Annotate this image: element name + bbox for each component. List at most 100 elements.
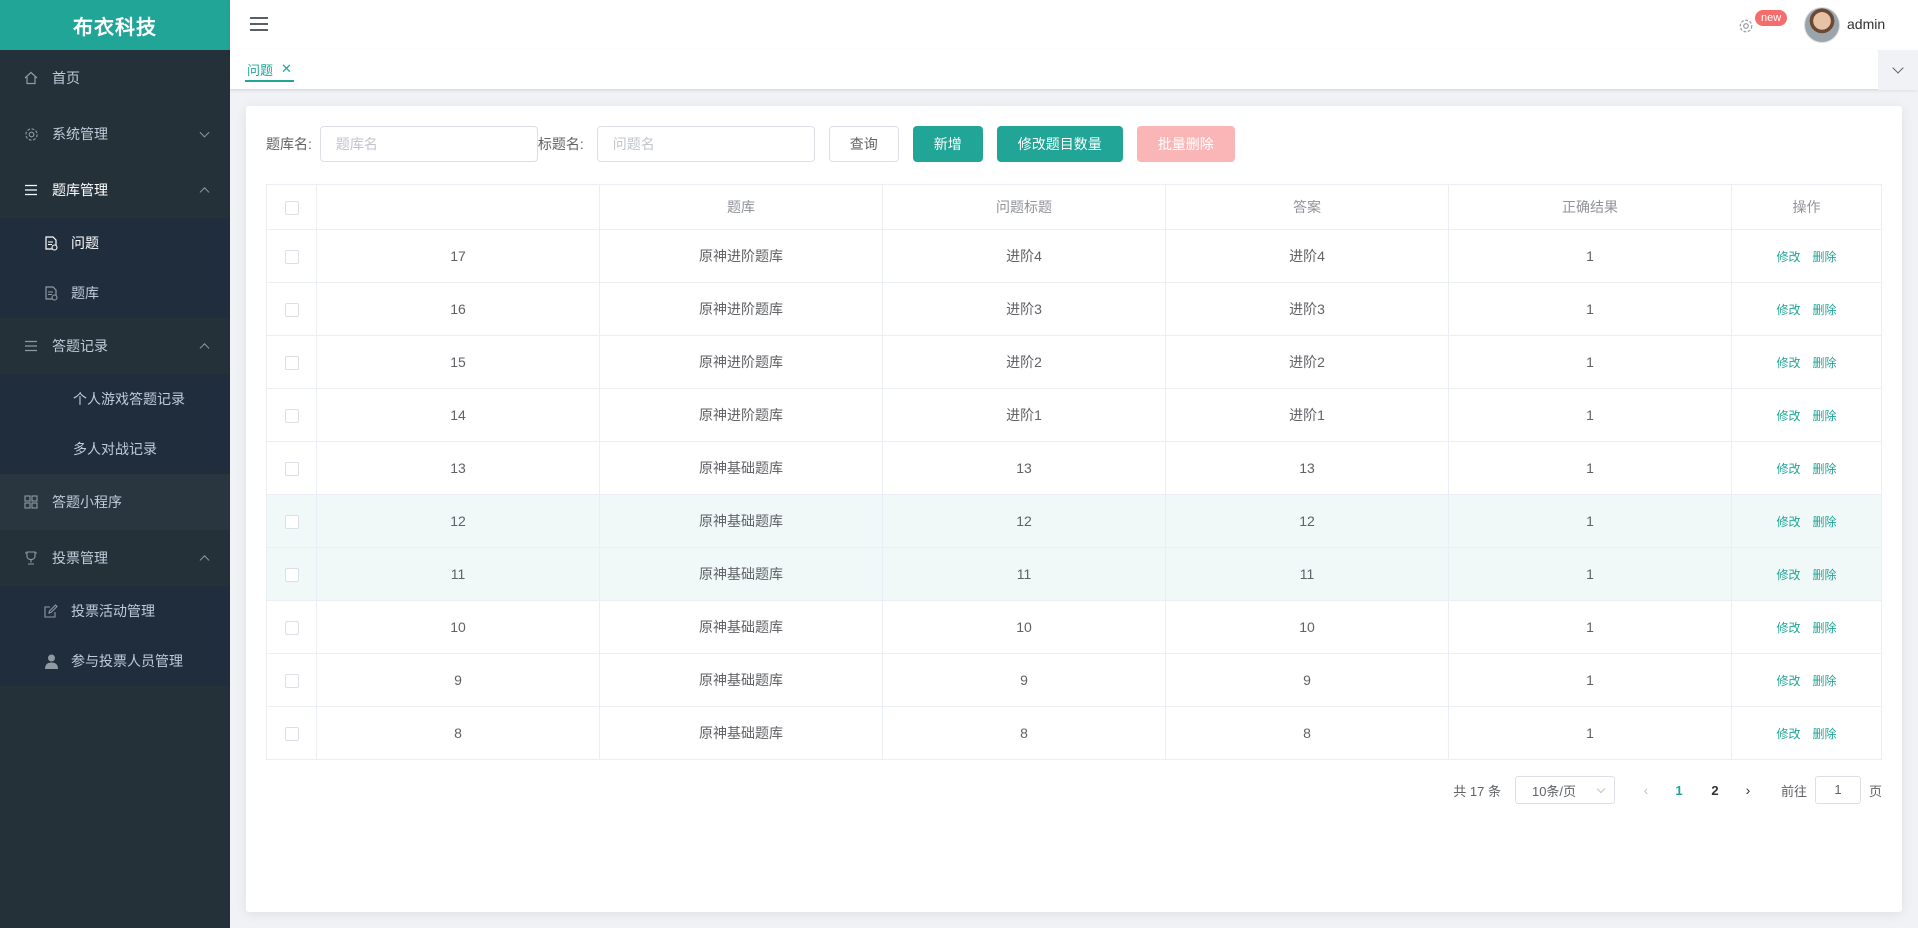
table-row[interactable]: 14 原神进阶题库 进阶1 进阶1 1 修改 删除 bbox=[266, 388, 1882, 442]
list-icon bbox=[23, 338, 39, 354]
select-all-checkbox[interactable] bbox=[284, 201, 299, 216]
close-icon[interactable]: ✕ bbox=[281, 61, 292, 77]
sidebar-item-answer-records[interactable]: 答题记录 bbox=[0, 318, 230, 374]
add-button[interactable]: 新增 bbox=[912, 126, 983, 162]
table-row[interactable]: 9 原神基础题库 9 9 1 修改 删除 bbox=[266, 653, 1882, 707]
delete-link[interactable]: 删除 bbox=[1813, 621, 1837, 635]
table-row[interactable]: 15 原神进阶题库 进阶2 进阶2 1 修改 删除 bbox=[266, 335, 1882, 389]
new-badge: new bbox=[1755, 10, 1788, 26]
username[interactable]: admin bbox=[1847, 16, 1885, 32]
page-size-select[interactable]: 10条/页 bbox=[1514, 776, 1615, 804]
bank-search-input[interactable]: 题库名 bbox=[319, 126, 538, 162]
edit-link[interactable]: 修改 bbox=[1776, 621, 1800, 635]
edit-link[interactable]: 修改 bbox=[1776, 250, 1800, 264]
settings-gear-icon[interactable] bbox=[1738, 18, 1756, 36]
goto-page-input[interactable]: 1 bbox=[1814, 776, 1861, 804]
title-search-input[interactable]: 问题名 bbox=[596, 126, 815, 162]
delete-link[interactable]: 删除 bbox=[1813, 250, 1837, 264]
bank-cell: 原神进阶题库 bbox=[599, 282, 883, 336]
row-checkbox[interactable] bbox=[284, 621, 299, 636]
chevron-down-icon bbox=[1596, 784, 1606, 794]
sidebar-item-vote-activities[interactable]: 投票活动管理 bbox=[0, 586, 230, 636]
tag-question[interactable]: 问题 ✕ bbox=[245, 58, 294, 82]
sidebar-item-vote-participants[interactable]: 参与投票人员管理 bbox=[0, 636, 230, 686]
sidebar-item-label: 个人游戏答题记录 bbox=[73, 391, 185, 407]
next-page-icon[interactable]: › bbox=[1733, 782, 1763, 798]
table-row[interactable]: 16 原神进阶题库 进阶3 进阶3 1 修改 删除 bbox=[266, 282, 1882, 336]
delete-link[interactable]: 删除 bbox=[1813, 356, 1837, 370]
goto-label: 前往 bbox=[1780, 783, 1807, 799]
result-cell: 1 bbox=[1448, 388, 1732, 442]
sidebar-item-mini-program[interactable]: 答题小程序 bbox=[0, 474, 230, 530]
edit-link[interactable]: 修改 bbox=[1776, 674, 1800, 688]
sidebar-item-bank[interactable]: 题库 bbox=[0, 268, 230, 318]
table-row[interactable]: 8 原神基础题库 8 8 1 修改 删除 bbox=[266, 706, 1882, 760]
sidebar-item-voting[interactable]: 投票管理 bbox=[0, 530, 230, 586]
row-checkbox[interactable] bbox=[284, 462, 299, 477]
id-cell: 9 bbox=[316, 653, 600, 707]
sidebar-item-personal-records[interactable]: 个人游戏答题记录 bbox=[0, 374, 230, 424]
row-checkbox[interactable] bbox=[284, 409, 299, 424]
actions-cell: 修改 删除 bbox=[1731, 547, 1882, 601]
answer-cell: 8 bbox=[1165, 706, 1449, 760]
tags-dropdown[interactable] bbox=[1878, 50, 1918, 90]
chevron-up-icon bbox=[199, 555, 210, 566]
column-header-title: 问题标题 bbox=[882, 184, 1166, 230]
sidebar-item-label: 多人对战记录 bbox=[73, 441, 157, 457]
delete-link[interactable]: 删除 bbox=[1813, 568, 1837, 582]
tag-label: 问题 bbox=[247, 62, 274, 78]
edit-count-button[interactable]: 修改题目数量 bbox=[996, 126, 1123, 162]
delete-link[interactable]: 删除 bbox=[1813, 462, 1837, 476]
row-checkbox[interactable] bbox=[284, 568, 299, 583]
table-row[interactable]: 13 原神基础题库 13 13 1 修改 删除 bbox=[266, 441, 1882, 495]
edit-icon bbox=[43, 603, 59, 619]
prev-page-icon[interactable]: ‹ bbox=[1631, 782, 1661, 798]
row-checkbox[interactable] bbox=[284, 515, 299, 530]
column-header-result: 正确结果 bbox=[1448, 184, 1732, 230]
avatar[interactable] bbox=[1804, 7, 1840, 43]
page-number-2[interactable]: 2 bbox=[1697, 783, 1733, 798]
sidebar-item-question-bank[interactable]: 题库管理 bbox=[0, 162, 230, 218]
delete-link[interactable]: 删除 bbox=[1813, 727, 1837, 741]
delete-link[interactable]: 删除 bbox=[1813, 303, 1837, 317]
title-cell: 11 bbox=[882, 547, 1166, 601]
edit-link[interactable]: 修改 bbox=[1776, 568, 1800, 582]
id-cell: 13 bbox=[316, 441, 600, 495]
row-checkbox[interactable] bbox=[284, 727, 299, 742]
batch-delete-button[interactable]: 批量删除 bbox=[1136, 126, 1235, 162]
id-cell: 10 bbox=[316, 600, 600, 654]
row-checkbox[interactable] bbox=[284, 356, 299, 371]
table-row[interactable]: 17 原神进阶题库 进阶4 进阶4 1 修改 删除 bbox=[266, 229, 1882, 283]
sidebar-item-label: 答题记录 bbox=[52, 338, 108, 354]
submenu-answer-records: 个人游戏答题记录 多人对战记录 bbox=[0, 374, 230, 474]
edit-link[interactable]: 修改 bbox=[1776, 462, 1800, 476]
chevron-up-icon bbox=[199, 187, 210, 198]
row-checkbox[interactable] bbox=[284, 303, 299, 318]
hamburger-icon[interactable] bbox=[250, 17, 268, 31]
bank-cell: 原神进阶题库 bbox=[599, 335, 883, 389]
answer-cell: 13 bbox=[1165, 441, 1449, 495]
delete-link[interactable]: 删除 bbox=[1813, 409, 1837, 423]
table-row[interactable]: 10 原神基础题库 10 10 1 修改 删除 bbox=[266, 600, 1882, 654]
row-checkbox-cell bbox=[266, 282, 317, 336]
edit-link[interactable]: 修改 bbox=[1776, 727, 1800, 741]
answer-cell: 进阶1 bbox=[1165, 388, 1449, 442]
sidebar-item-system[interactable]: 系统管理 bbox=[0, 106, 230, 162]
edit-link[interactable]: 修改 bbox=[1776, 303, 1800, 317]
delete-link[interactable]: 删除 bbox=[1813, 515, 1837, 529]
table-row[interactable]: 12 原神基础题库 12 12 1 修改 删除 bbox=[266, 494, 1882, 548]
edit-link[interactable]: 修改 bbox=[1776, 356, 1800, 370]
sidebar-item-home[interactable]: 首页 bbox=[0, 50, 230, 106]
sidebar-item-question[interactable]: 问题 bbox=[0, 218, 230, 268]
edit-link[interactable]: 修改 bbox=[1776, 515, 1800, 529]
delete-link[interactable]: 删除 bbox=[1813, 674, 1837, 688]
row-checkbox[interactable] bbox=[284, 250, 299, 265]
pagination: 共 17 条 10条/页 ‹ 1 2 › 前往 1 页 bbox=[1453, 776, 1882, 804]
table-row[interactable]: 11 原神基础题库 11 11 1 修改 删除 bbox=[266, 547, 1882, 601]
edit-link[interactable]: 修改 bbox=[1776, 409, 1800, 423]
row-checkbox[interactable] bbox=[284, 674, 299, 689]
query-button[interactable]: 查询 bbox=[828, 126, 899, 162]
sidebar-item-battle-records[interactable]: 多人对战记录 bbox=[0, 424, 230, 474]
title-cell: 进阶4 bbox=[882, 229, 1166, 283]
page-number-1[interactable]: 1 bbox=[1661, 783, 1697, 798]
